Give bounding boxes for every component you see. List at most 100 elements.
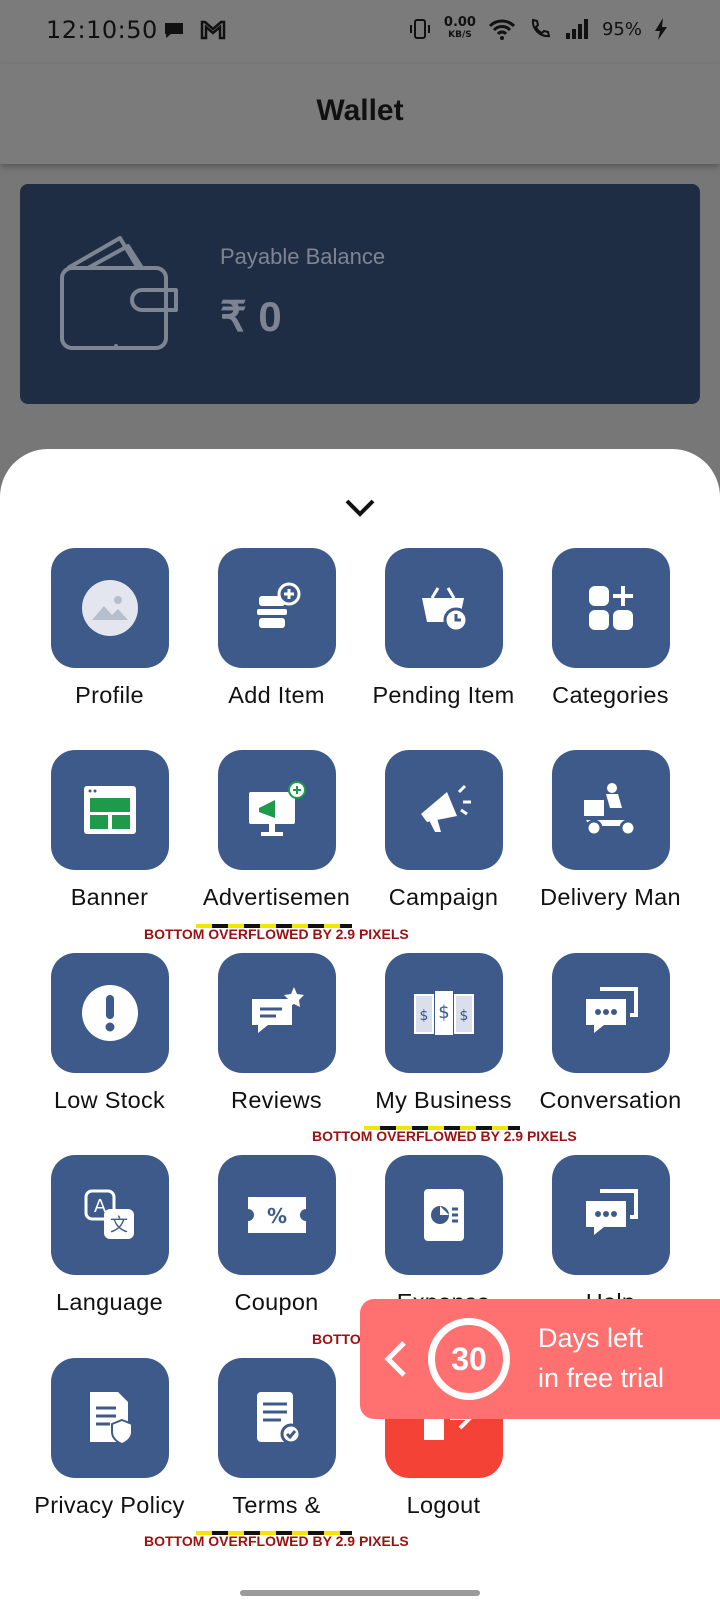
- categories-tile[interactable]: [551, 548, 670, 668]
- my-business-tile[interactable]: $ $ $: [384, 953, 503, 1073]
- exclamation-icon: [81, 985, 138, 1041]
- banner-icon: [83, 786, 136, 834]
- menu-item-language[interactable]: A文 Language: [26, 1155, 193, 1316]
- low-stock-tile[interactable]: [50, 953, 169, 1073]
- trial-label-line1: Days left: [538, 1323, 644, 1353]
- menu-item-label: Reviews: [231, 1087, 322, 1113]
- menu-item-profile[interactable]: Profile: [26, 548, 193, 709]
- review-chat-star-icon: [251, 987, 304, 1033]
- privacy-policy-tile[interactable]: [50, 1358, 169, 1478]
- home-indicator[interactable]: [240, 1590, 480, 1596]
- menu-item-delivery-man[interactable]: Delivery Man: [527, 750, 694, 911]
- terms-tile[interactable]: [217, 1358, 336, 1478]
- wallet-balance-card: Payable Balance ₹ 0: [20, 184, 700, 404]
- advertisement-tile[interactable]: [217, 750, 336, 870]
- wifi-icon: [488, 19, 516, 40]
- net-speed-unit: KB/S: [448, 30, 472, 40]
- categories-icon: [588, 586, 633, 630]
- chat-notification-icon: [165, 23, 183, 38]
- menu-item-label: Low Stock: [53, 1087, 166, 1113]
- delivery-man-tile[interactable]: [551, 750, 670, 870]
- menu-item-add-item[interactable]: Add Item: [193, 548, 360, 709]
- coupon-tile[interactable]: %: [217, 1155, 336, 1275]
- menu-item-help[interactable]: Help: [527, 1155, 694, 1316]
- pending-basket-icon: [421, 587, 468, 633]
- menu-item-low-stock[interactable]: Low Stock: [26, 953, 193, 1114]
- coupon-icon: %: [247, 1197, 306, 1233]
- menu-item-label: Conversation: [539, 1087, 682, 1113]
- campaign-tile[interactable]: [384, 750, 503, 870]
- language-translate-icon: A文: [84, 1189, 134, 1239]
- menu-item-reviews[interactable]: Reviews: [193, 953, 360, 1114]
- expense-tile[interactable]: [384, 1155, 503, 1275]
- payable-balance-label: Payable Balance: [220, 244, 386, 269]
- trial-days-count: 30: [428, 1318, 510, 1400]
- wifi-call-icon: [531, 18, 551, 38]
- menu-item-coupon[interactable]: % Coupon: [193, 1155, 360, 1316]
- gmail-icon: [200, 20, 226, 40]
- profile-image-icon: [81, 580, 138, 636]
- help-tile[interactable]: [551, 1155, 670, 1275]
- expense-report-icon: [423, 1189, 464, 1241]
- conversation-tile[interactable]: [551, 953, 670, 1073]
- status-time: 12:10:50: [46, 16, 158, 44]
- menu-item-privacy-policy[interactable]: Privacy Policy: [26, 1358, 193, 1519]
- banner-tile[interactable]: [50, 750, 169, 870]
- menu-item-banner[interactable]: Banner: [26, 750, 193, 911]
- menu-item-expense[interactable]: Expense: [360, 1155, 527, 1316]
- menu-item-pending-item[interactable]: Pending Item: [360, 548, 527, 709]
- add-item-tile[interactable]: [217, 548, 336, 668]
- overflow-warning: BOTTO: [312, 1331, 361, 1347]
- menu-item-my-business[interactable]: $ $ $ My Business: [360, 953, 527, 1114]
- menu-item-label: Privacy Policy: [34, 1492, 185, 1518]
- svg-text:$: $: [419, 1008, 428, 1024]
- privacy-policy-icon: [89, 1392, 133, 1446]
- language-tile[interactable]: A文: [50, 1155, 169, 1275]
- help-chat-icon: [585, 1189, 638, 1235]
- app-bar: Wallet: [0, 64, 720, 164]
- net-speed: 0.00 KB/S: [444, 16, 476, 42]
- menu-item-conversation[interactable]: Conversation: [527, 953, 694, 1114]
- chevron-left-icon[interactable]: [380, 1339, 410, 1379]
- menu-item-campaign[interactable]: Campaign: [360, 750, 527, 911]
- overflow-warning: BOTTOM OVERFLOWED BY 2.9 PIXELS: [144, 1533, 409, 1549]
- menu-item-label: Banner: [70, 884, 149, 910]
- profile-tile[interactable]: [50, 548, 169, 668]
- menu-item-categories[interactable]: Categories: [527, 548, 694, 709]
- menu-item-label: Terms &: [232, 1492, 321, 1518]
- chevron-down-icon[interactable]: [344, 497, 376, 519]
- signal-icon: [565, 19, 588, 39]
- menu-item-label: Add Item: [228, 682, 325, 708]
- megaphone-icon: [420, 784, 471, 832]
- menu-item-advertisement[interactable]: Advertisemen: [193, 750, 360, 911]
- menu-item-label: Campaign: [388, 884, 499, 910]
- menu-item-label: Profile: [75, 682, 144, 708]
- reviews-tile[interactable]: [217, 953, 336, 1073]
- menu-item-label: Coupon: [234, 1289, 319, 1315]
- delivery-scooter-icon: [583, 783, 636, 837]
- page-title: Wallet: [316, 94, 404, 127]
- advertisement-icon: [248, 781, 306, 836]
- vibrate-icon: [409, 19, 430, 39]
- trial-label-line2: in free trial: [538, 1363, 665, 1393]
- status-bar: 12:10:50 0.00 KB/S 95%: [0, 0, 720, 64]
- wallet-icon: [60, 236, 178, 350]
- menu-item-label: Advertisemen: [202, 884, 351, 910]
- menu-item-label: Categories: [552, 682, 669, 708]
- menu-item-terms[interactable]: Terms &: [193, 1358, 360, 1519]
- battery-percent: 95%: [601, 18, 642, 40]
- svg-text:文: 文: [110, 1215, 128, 1236]
- free-trial-badge[interactable]: 30 Days left in free trial: [360, 1299, 720, 1419]
- terms-icon: [256, 1392, 301, 1445]
- svg-text:$: $: [438, 1002, 449, 1023]
- svg-text:$: $: [459, 1008, 468, 1024]
- overflow-warning: BOTTOM OVERFLOWED BY 2.9 PIXELS: [312, 1128, 577, 1144]
- menu-item-label: My Business: [375, 1087, 512, 1113]
- add-item-icon: [256, 582, 300, 628]
- charging-icon: [655, 18, 667, 40]
- payable-balance-value: ₹ 0: [220, 293, 282, 340]
- net-speed-value: 0.00: [443, 15, 476, 30]
- svg-text:%: %: [266, 1204, 286, 1228]
- conversation-icon: [585, 987, 638, 1033]
- pending-item-tile[interactable]: [384, 548, 503, 668]
